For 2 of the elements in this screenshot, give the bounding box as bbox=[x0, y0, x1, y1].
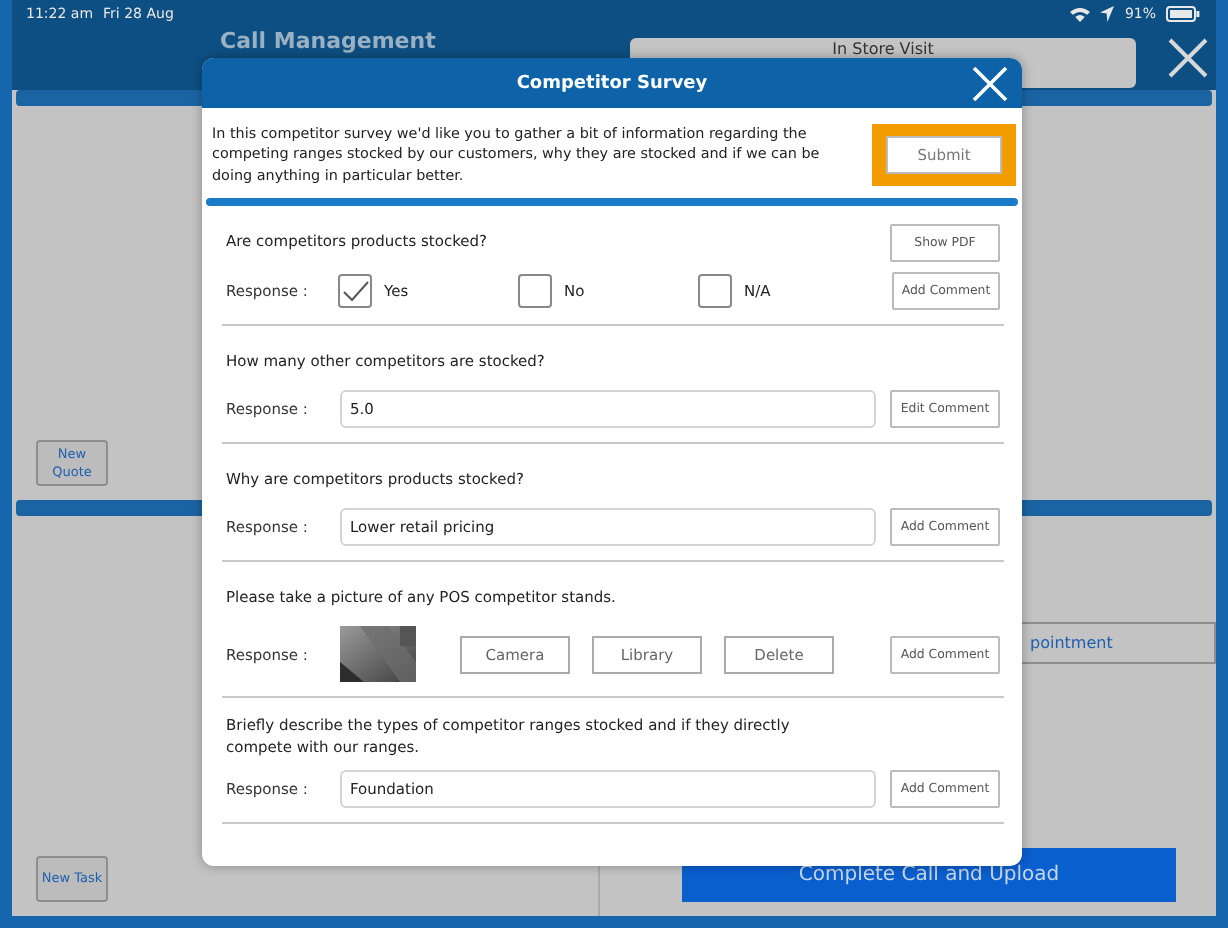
screen-title: Call Management bbox=[220, 28, 438, 54]
dialog-title: Competitor Survey bbox=[516, 73, 708, 93]
